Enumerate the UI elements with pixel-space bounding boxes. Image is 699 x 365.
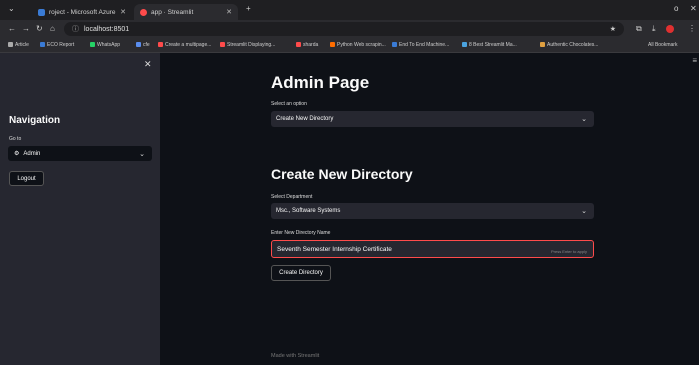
option-select[interactable]: Create New Directory ⌄ <box>271 111 594 127</box>
sidebar: ✕ Navigation Go to ⚙ Admin ⌄ Logout <box>0 53 160 365</box>
azure-icon <box>38 8 45 16</box>
page-select-value: Admin <box>23 150 41 157</box>
browser-toolbar: ← → ↻ ⌂ ⓘ localhost:8501 ★ ⧉ ⤓ ⋮ <box>0 20 699 38</box>
bookmark-item[interactable]: cfe <box>136 42 150 48</box>
bookmark-label: WhatsApp <box>97 42 121 48</box>
profile-icon[interactable] <box>666 25 674 33</box>
gear-icon: ⚙ <box>14 151 20 157</box>
bookmark-label: sharda <box>303 42 319 48</box>
address-bar[interactable]: ⓘ localhost:8501 ★ <box>64 22 624 36</box>
browser-tab-bar: ⌄ roject - Microsoft Azure ✕ app · Strea… <box>0 0 699 20</box>
chevron-down-icon: ⌄ <box>139 150 145 158</box>
bookmark-label: Article <box>15 42 29 48</box>
bookmark-favicon-icon <box>330 42 335 48</box>
sidebar-title: Navigation <box>9 115 61 126</box>
dirname-input-value: Seventh Semester Internship Certificate <box>277 245 392 253</box>
url-text: localhost:8501 <box>84 25 130 33</box>
bookmarks-bar: Article ECO Report WhatsApp cfe Create a mul… <box>0 38 699 53</box>
bookmark-item[interactable]: Article <box>8 42 29 48</box>
reload-icon[interactable]: ↻ <box>36 24 43 33</box>
section-title: Create New Directory <box>271 166 413 182</box>
bookmark-label: Streamlit Displaying... <box>227 42 276 48</box>
bookmark-favicon-icon <box>540 42 545 48</box>
all-bookmarks[interactable]: All Bookmark <box>648 42 677 48</box>
star-icon[interactable]: ★ <box>610 25 616 33</box>
create-directory-button[interactable]: Create Directory <box>271 265 331 281</box>
bookmark-item[interactable]: sharda <box>296 42 318 48</box>
bookmark-favicon-icon <box>40 42 45 48</box>
dirname-label: Enter New Directory Name <box>271 230 331 236</box>
home-icon[interactable]: ⌂ <box>50 24 55 33</box>
bookmark-label: Authentic Chocolates... <box>547 42 599 48</box>
tab-label: roject - Microsoft Azure <box>49 8 116 16</box>
bookmark-item[interactable]: End To End Machine... <box>392 42 449 48</box>
bookmark-favicon-icon <box>158 42 163 48</box>
bookmark-favicon-icon <box>220 42 225 48</box>
tab-search-icon[interactable]: ⌄ <box>8 4 15 13</box>
bookmark-item[interactable]: WhatsApp <box>90 42 120 48</box>
bookmark-label: End To End Machine... <box>399 42 450 48</box>
close-icon[interactable]: ✕ <box>226 8 232 16</box>
input-hint: Press Enter to apply <box>550 249 587 254</box>
logout-button[interactable]: Logout <box>9 171 44 186</box>
goto-label: Go to <box>9 136 22 142</box>
bookmark-item[interactable]: Python Web scrapin... <box>330 42 386 48</box>
extensions-icon[interactable]: ⧉ <box>636 24 642 34</box>
bookmark-label: ECO Report <box>47 42 75 48</box>
bookmark-item[interactable]: Streamlit Displaying... <box>220 42 275 48</box>
bookmark-item[interactable]: Authentic Chocolates... <box>540 42 598 48</box>
department-select[interactable]: Msc., Software Systems ⌄ <box>271 203 594 219</box>
bookmark-label: cfe <box>143 42 150 48</box>
bookmark-favicon-icon <box>136 42 141 48</box>
hamburger-menu-icon[interactable]: ≡ <box>692 56 697 65</box>
bookmark-label: Create a multipage... <box>165 42 212 48</box>
dirname-input[interactable]: Seventh Semester Internship Certificate … <box>271 240 594 258</box>
bookmark-label: 8 Best Streamlit Ma... <box>469 42 517 48</box>
bookmark-item[interactable]: 8 Best Streamlit Ma... <box>462 42 517 48</box>
footer-text[interactable]: Made with Streamlit <box>271 353 319 359</box>
window-control[interactable]: o <box>674 4 678 13</box>
option-select-value: Create New Directory <box>276 116 334 122</box>
page-select[interactable]: ⚙ Admin ⌄ <box>8 146 152 161</box>
bookmark-item[interactable]: Create a multipage... <box>158 42 211 48</box>
download-icon[interactable]: ⤓ <box>652 24 656 34</box>
browser-menu-icon[interactable]: ⋮ <box>688 24 696 33</box>
bookmark-favicon-icon <box>296 42 301 48</box>
bookmark-favicon-icon <box>392 42 397 48</box>
bookmark-label: Python Web scrapin... <box>337 42 386 48</box>
close-icon[interactable]: ✕ <box>120 8 126 16</box>
close-sidebar-icon[interactable]: ✕ <box>144 59 152 70</box>
bookmark-favicon-icon <box>90 42 95 48</box>
new-tab-button[interactable]: + <box>246 4 251 13</box>
bookmark-favicon-icon <box>462 42 467 48</box>
chevron-down-icon: ⌄ <box>581 116 587 123</box>
back-icon[interactable]: ← <box>8 24 16 33</box>
tab-label: app · Streamlit <box>151 8 194 16</box>
department-label: Select Department <box>271 194 313 200</box>
browser-tab-streamlit[interactable]: app · Streamlit ✕ <box>134 4 238 20</box>
bookmark-favicon-icon <box>8 42 13 48</box>
site-info-icon[interactable]: ⓘ <box>72 24 79 34</box>
browser-tab-azure[interactable]: roject - Microsoft Azure ✕ <box>32 4 132 20</box>
window-close-icon[interactable]: ✕ <box>690 4 697 13</box>
forward-icon[interactable]: → <box>22 24 30 33</box>
department-select-value: Msc., Software Systems <box>276 208 341 214</box>
main-content: ≡ Admin Page Select an option Create New… <box>160 53 699 365</box>
streamlit-icon <box>140 8 147 16</box>
chevron-down-icon: ⌄ <box>581 208 587 215</box>
option-label: Select an option <box>271 101 307 107</box>
bookmark-item[interactable]: ECO Report <box>40 42 74 48</box>
page-title: Admin Page <box>271 73 370 92</box>
